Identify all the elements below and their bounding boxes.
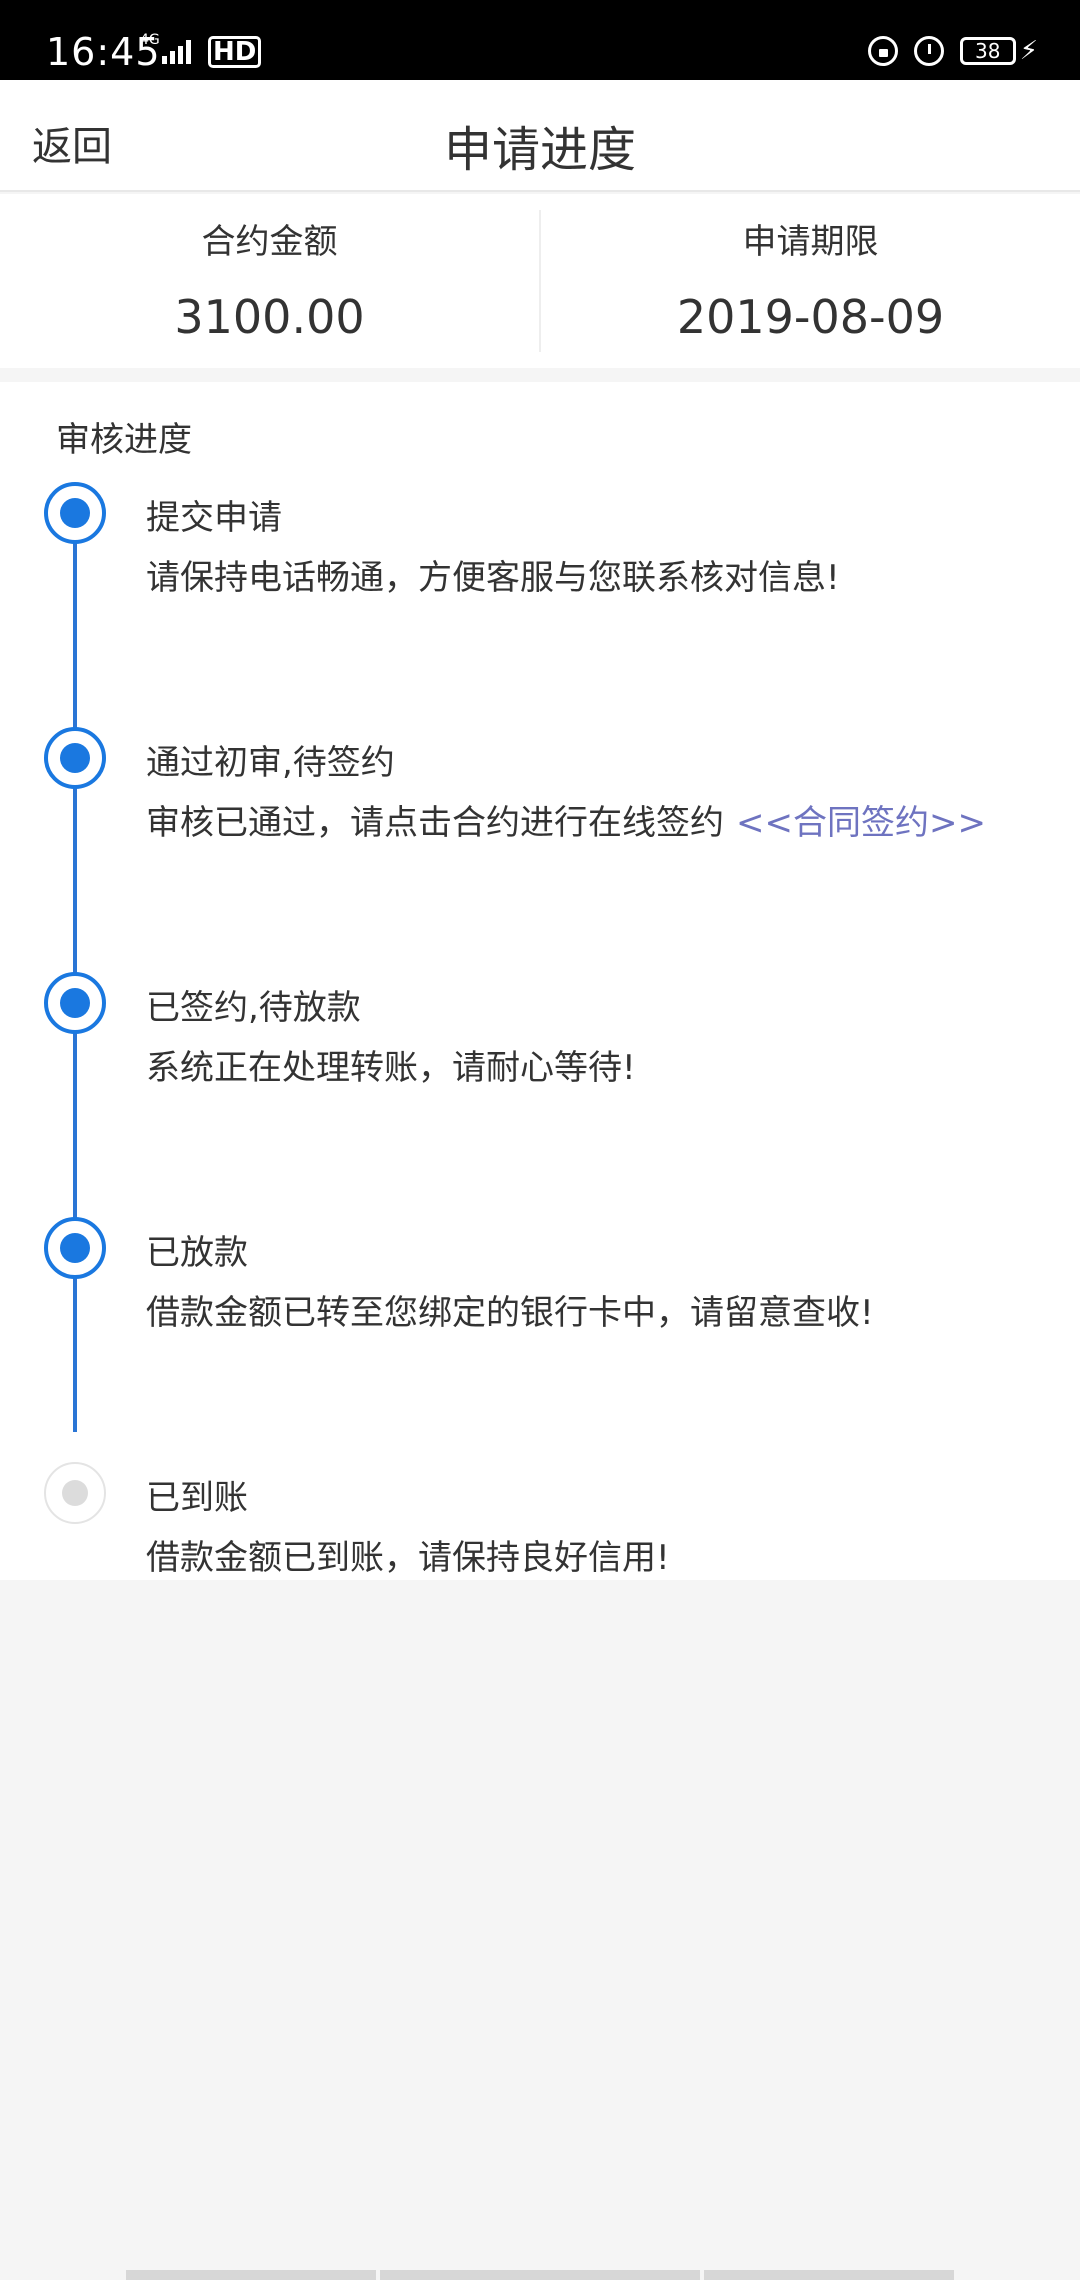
step-title: 已放款 (146, 1233, 248, 1273)
app-header: 返回 申请进度 (0, 80, 1080, 192)
term-value: 2019-08-09 (676, 290, 945, 344)
step-desc: 借款金额已到账，请保持良好信用! (146, 1538, 670, 1578)
step-desc: 借款金额已转至您绑定的银行卡中，请留意查收! (146, 1293, 874, 1333)
bottom-tab[interactable] (380, 2270, 700, 2280)
contract-sign-link[interactable]: <<合同签约>> (736, 803, 986, 843)
step-title: 通过初审,待签约 (146, 743, 395, 783)
signal-bars-icon (162, 40, 191, 64)
step-title: 提交申请 (146, 498, 282, 538)
contract-summary: 合约金额 3100.00 申请期限 2019-08-09 (0, 194, 1080, 368)
amount-panel: 合约金额 3100.00 (0, 194, 539, 368)
step-done-icon (44, 727, 106, 789)
review-progress: 审核进度 提交申请 请保持电话畅通，方便客服与您联系核对信息! 通过初审,待签约… (0, 382, 1080, 1580)
lock-icon (867, 36, 898, 66)
step-done-icon (44, 1217, 106, 1279)
charging-icon: ⚡ (1019, 36, 1038, 66)
step-done-icon (44, 972, 106, 1034)
bottom-tab[interactable] (704, 2270, 954, 2280)
section-title: 审核进度 (56, 420, 192, 460)
bottom-tab[interactable] (126, 2270, 376, 2280)
step-title: 已到账 (146, 1478, 248, 1518)
amount-label: 合约金额 (201, 222, 338, 262)
step-title: 已签约,待放款 (146, 988, 361, 1028)
term-label: 申请期限 (742, 222, 879, 262)
hd-icon: HD (208, 36, 262, 68)
step-desc-text: 审核已通过，请点击合约进行在线签约 (146, 803, 724, 843)
step-desc: 审核已通过，请点击合约进行在线签约 <<合同签约>> (146, 795, 986, 844)
status-bar: 16:45 4G HD 38 ⚡ (0, 0, 1080, 80)
page-title: 申请进度 (443, 122, 636, 178)
alarm-icon (913, 36, 944, 66)
step-desc: 系统正在处理转账，请耐心等待! (146, 1048, 636, 1088)
step-done-icon (44, 482, 106, 544)
term-panel: 申请期限 2019-08-09 (539, 210, 1080, 352)
amount-value: 3100.00 (174, 290, 365, 344)
battery-icon: 38 (959, 37, 1016, 65)
network-type: 4G (140, 32, 160, 48)
step-desc: 请保持电话畅通，方便客服与您联系核对信息! (146, 558, 840, 598)
step-pending-icon (44, 1462, 106, 1524)
